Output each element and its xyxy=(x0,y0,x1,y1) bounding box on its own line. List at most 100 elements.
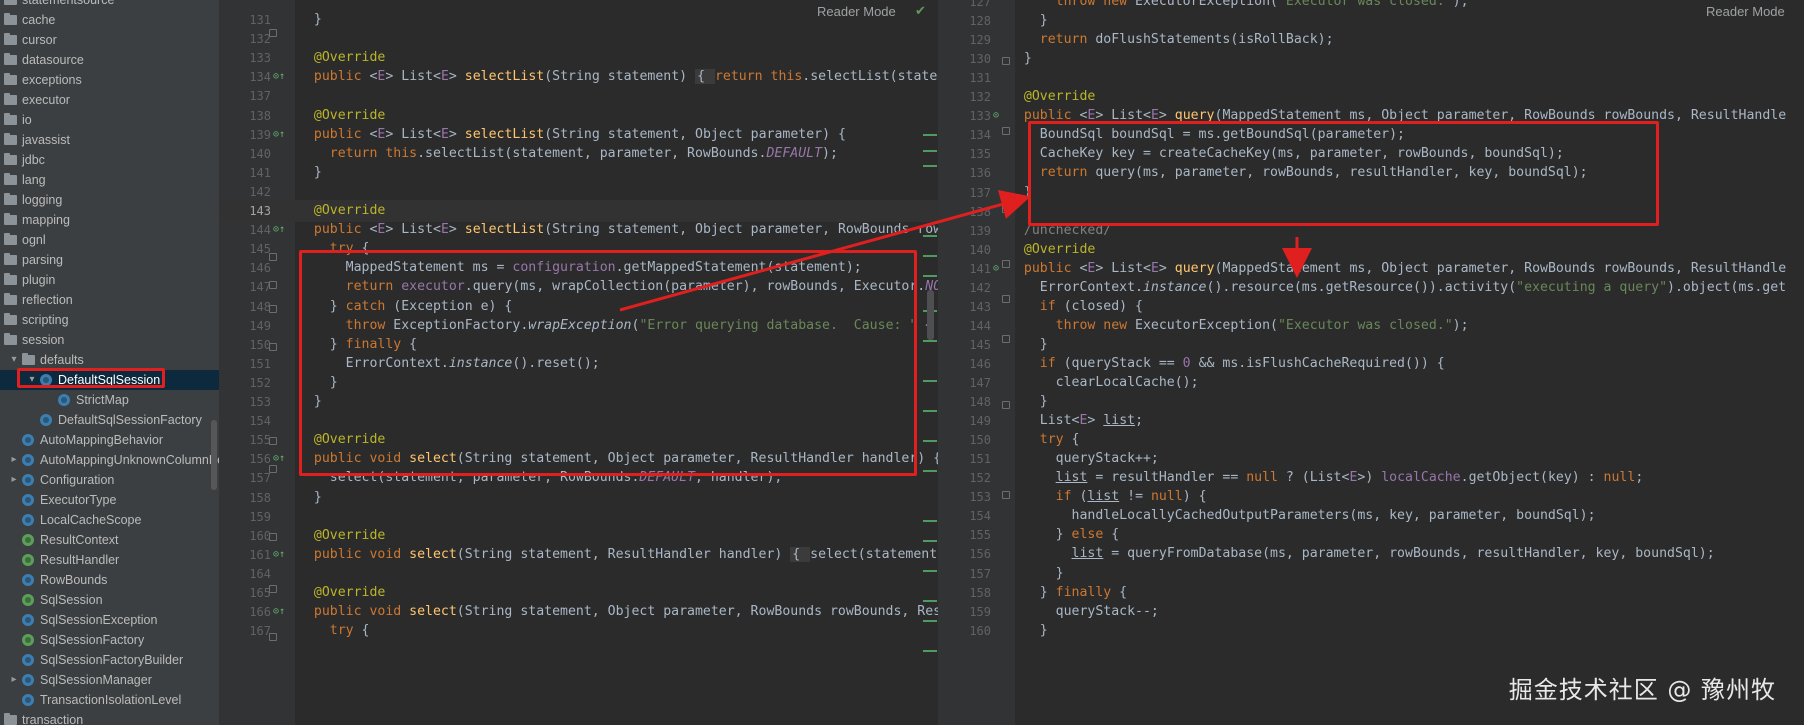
fold-marker-icon[interactable] xyxy=(269,305,277,313)
code-line[interactable]: } xyxy=(1008,620,1048,642)
class-icon xyxy=(40,414,52,426)
tree-item-sqlsessionexception[interactable]: SqlSessionException xyxy=(0,610,219,630)
chevron-down-icon[interactable]: ▾ xyxy=(8,350,20,370)
code-line[interactable]: } xyxy=(1008,48,1032,70)
code-line[interactable]: public <E> List<E> selectList(String sta… xyxy=(298,219,938,241)
code-line[interactable]: throw new ExecutorException("Executor wa… xyxy=(1008,0,1469,13)
folder-icon xyxy=(4,113,17,125)
chevron-right-icon[interactable]: ▸ xyxy=(8,450,20,470)
tree-item-ognl[interactable]: ognl xyxy=(0,230,219,250)
tree-item-logging[interactable]: logging xyxy=(0,190,219,210)
tree-item-javassist[interactable]: javassist xyxy=(0,130,219,150)
code-line[interactable]: public void select(String statement, Obj… xyxy=(298,601,938,623)
fold-marker-icon[interactable] xyxy=(269,253,277,261)
tree-item-localcachescope[interactable]: LocalCacheScope xyxy=(0,510,219,530)
fold-marker-icon[interactable] xyxy=(269,465,277,473)
code-line[interactable]: return this.selectList(statement, parame… xyxy=(298,143,838,165)
tree-item-datasource[interactable]: datasource xyxy=(0,50,219,70)
tree-item-sqlsessionfactorybuilder[interactable]: SqlSessionFactoryBuilder xyxy=(0,650,219,670)
override-method-icon[interactable]: ⊙↑ xyxy=(273,224,285,236)
tree-item-mapping[interactable]: mapping xyxy=(0,210,219,230)
code-line[interactable]: list = queryFromDatabase(ms, parameter, … xyxy=(1008,543,1715,565)
tree-item-automappingbehavior[interactable]: AutoMappingBehavior xyxy=(0,430,219,450)
fold-marker-icon[interactable] xyxy=(269,437,277,445)
line-number: 160 xyxy=(969,623,991,638)
fold-marker-icon[interactable] xyxy=(1002,295,1010,303)
fold-marker-icon[interactable] xyxy=(269,29,277,37)
tree-item-io[interactable]: io xyxy=(0,110,219,130)
fold-marker-icon[interactable] xyxy=(269,633,277,641)
fold-marker-icon[interactable] xyxy=(269,343,277,351)
fold-marker-icon[interactable] xyxy=(269,585,277,593)
diff-change-marker xyxy=(923,440,937,442)
tree-item-label: mapping xyxy=(22,213,70,227)
tree-item-lang[interactable]: lang xyxy=(0,170,219,190)
override-method-icon[interactable]: ⊙↑ xyxy=(273,129,285,141)
tree-item-sqlsessionfactory[interactable]: SqlSessionFactory xyxy=(0,630,219,650)
fold-marker-icon[interactable] xyxy=(1002,335,1010,343)
override-method-icon[interactable]: ⊙↑ xyxy=(273,453,285,465)
code-line[interactable]: return doFlushStatements(isRollBack); xyxy=(1008,29,1334,51)
tree-item-label: LocalCacheScope xyxy=(40,513,142,527)
fold-marker-icon[interactable] xyxy=(1002,205,1010,213)
override-method-icon[interactable]: ⊙↑ xyxy=(273,606,285,618)
reader-mode-button-right[interactable]: Reader Mode xyxy=(1706,4,1785,19)
tree-item-strictmap[interactable]: StrictMap xyxy=(0,390,219,410)
tree-item-statementsource[interactable]: statementsource xyxy=(0,0,219,10)
interface-icon xyxy=(22,534,34,546)
diff-change-marker xyxy=(923,470,937,472)
tree-item-rowbounds[interactable]: RowBounds xyxy=(0,570,219,590)
fold-marker-icon[interactable] xyxy=(1002,401,1010,409)
fold-marker-icon[interactable] xyxy=(1002,260,1010,268)
fold-marker-icon[interactable] xyxy=(269,533,277,541)
class-icon xyxy=(58,394,70,406)
tree-item-executortype[interactable]: ExecutorType xyxy=(0,490,219,510)
tree-item-jdbc[interactable]: jdbc xyxy=(0,150,219,170)
fold-marker-icon[interactable] xyxy=(1002,57,1010,65)
tree-item-resultcontext[interactable]: ResultContext xyxy=(0,530,219,550)
tree-item-cursor[interactable]: cursor xyxy=(0,30,219,50)
tree-item-sqlsessionmanager[interactable]: ▸ SqlSessionManager xyxy=(0,670,219,690)
tree-item-parsing[interactable]: parsing xyxy=(0,250,219,270)
fold-marker-icon[interactable] xyxy=(1002,491,1010,499)
tree-item-cache[interactable]: cache xyxy=(0,10,219,30)
tree-item-defaults[interactable]: ▾ defaults xyxy=(0,350,219,370)
tree-item-reflection[interactable]: reflection xyxy=(0,290,219,310)
implements-method-icon[interactable]: ⊙ xyxy=(993,110,999,122)
code-line[interactable]: throw new ExecutorException("Executor wa… xyxy=(1008,315,1469,337)
code-line[interactable]: public <E> List<E> selectList(String sta… xyxy=(298,66,938,88)
reader-mode-button-left[interactable]: Reader Mode xyxy=(817,4,896,19)
tree-item-configuration[interactable]: ▸ Configuration xyxy=(0,470,219,490)
tree-item-plugin[interactable]: plugin xyxy=(0,270,219,290)
tree-item-scripting[interactable]: scripting xyxy=(0,310,219,330)
tree-item-label: transaction xyxy=(22,713,84,725)
tree-item-exceptions[interactable]: exceptions xyxy=(0,70,219,90)
editor-left-scrollbar[interactable] xyxy=(927,290,934,340)
tree-item-sqlsession[interactable]: SqlSession xyxy=(0,590,219,610)
tree-scrollbar[interactable] xyxy=(211,420,217,490)
tree-item-session[interactable]: session xyxy=(0,330,219,350)
tree-item-label: SqlSessionException xyxy=(40,613,158,627)
code-line[interactable]: public void select(String statement, Res… xyxy=(298,544,938,566)
tree-item-transactionisolationlevel[interactable]: TransactionIsolationLevel xyxy=(0,690,219,710)
fold-marker-icon[interactable] xyxy=(1002,127,1010,135)
code-line[interactable]: try { xyxy=(298,620,370,642)
override-method-icon[interactable]: ⊙↑ xyxy=(273,71,285,83)
code-line[interactable]: } xyxy=(298,487,322,509)
implements-method-icon[interactable]: ⊙ xyxy=(993,263,999,275)
inspection-ok-icon[interactable]: ✔ xyxy=(915,4,926,19)
code-line[interactable]: } xyxy=(298,9,322,31)
editor-right-pane[interactable]: 127 throw new ExecutorException("Executo… xyxy=(938,0,1804,725)
folder-icon xyxy=(4,233,17,245)
chevron-right-icon[interactable]: ▸ xyxy=(8,470,20,490)
override-method-icon[interactable]: ⊙↑ xyxy=(273,549,285,561)
tree-item-executor[interactable]: executor xyxy=(0,90,219,110)
tree-item-transaction[interactable]: transaction xyxy=(0,710,219,725)
chevron-right-icon[interactable]: ▸ xyxy=(8,670,20,690)
tree-item-defaultsqlsessionfactory[interactable]: DefaultSqlSessionFactory xyxy=(0,410,219,430)
tree-item-automappingunknowncolumnbehavior[interactable]: ▸ AutoMappingUnknownColumnBehavior xyxy=(0,450,219,470)
tree-item-resulthandler[interactable]: ResultHandler xyxy=(0,550,219,570)
fold-marker-icon[interactable] xyxy=(269,281,277,289)
diff-change-marker xyxy=(923,380,937,382)
code-line[interactable]: } xyxy=(298,162,322,184)
